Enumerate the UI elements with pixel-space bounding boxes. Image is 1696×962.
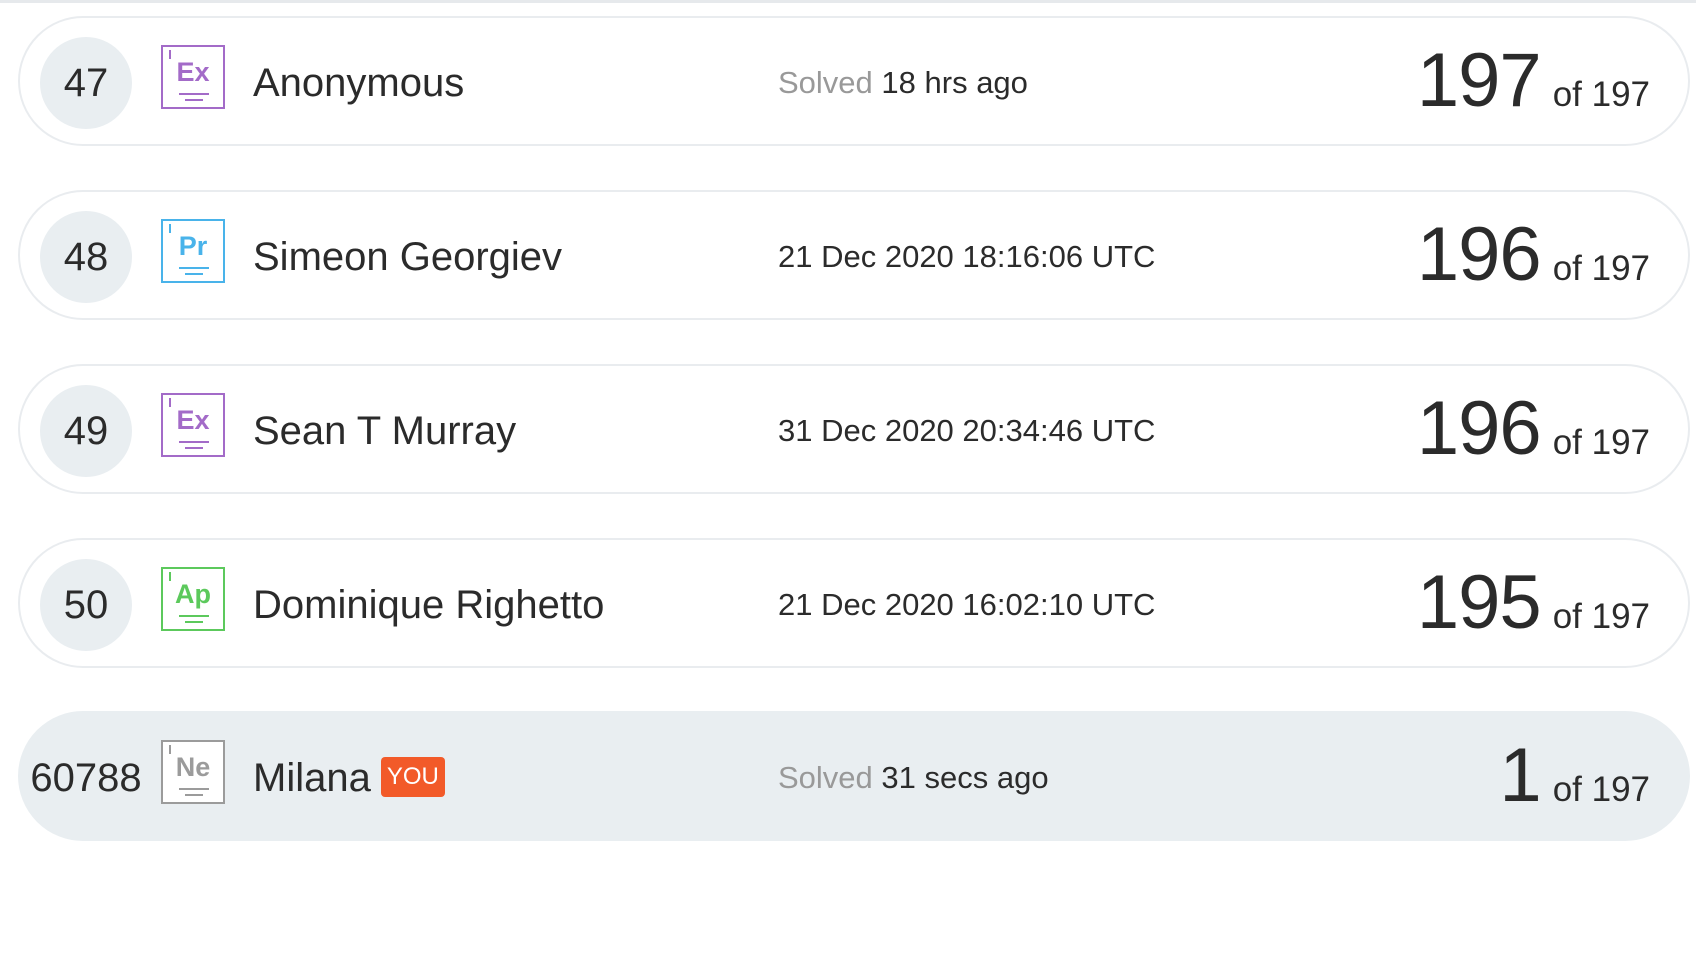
score: 197 of 197	[1417, 36, 1650, 126]
element-symbol: Ex	[176, 405, 210, 435]
score-total: of 197	[1552, 597, 1650, 636]
score-value: 1	[1499, 733, 1541, 818]
leaderboard: 47 Ex Anonymous Solved 18 hrs ago 197 of …	[0, 0, 1696, 962]
element-pr-icon: Pr	[161, 219, 225, 283]
solved-time: 21 Dec 2020 16:02:10 UTC	[778, 587, 1156, 622]
score-total: of 197	[1552, 249, 1650, 288]
leaderboard-row[interactable]: 50 Ap Dominique Righetto 21 Dec 2020 16:…	[18, 538, 1690, 668]
element-symbol: Pr	[178, 231, 208, 261]
element-symbol: Ap	[175, 579, 211, 609]
element-ne-icon: Ne	[161, 740, 225, 804]
you-badge: YOU	[380, 757, 445, 798]
score: 1 of 197	[1499, 731, 1650, 821]
leaderboard-row[interactable]: 49 Ex Sean T Murray 31 Dec 2020 20:34:46…	[18, 364, 1690, 494]
player-name[interactable]: Dominique Righetto	[253, 580, 604, 630]
score-total: of 197	[1552, 423, 1650, 462]
element-symbol: Ne	[175, 752, 211, 782]
player-name[interactable]: Anonymous	[253, 58, 464, 108]
score: 196 of 197	[1417, 384, 1650, 474]
rank-number: 48	[40, 211, 132, 303]
leaderboard-row-current-user[interactable]: 60788 Ne Milana YOU Solved 31 secs ago 1o…	[18, 711, 1690, 841]
leaderboard-row[interactable]: 48 Pr Simeon Georgiev 21 Dec 2020 18:16:…	[18, 190, 1690, 320]
score-total: of 197	[1552, 770, 1650, 809]
score: 196 of 197	[1417, 210, 1650, 300]
score: 195 of 197	[1417, 558, 1650, 648]
player-name[interactable]: Simeon Georgiev	[253, 232, 562, 282]
score-value: 196	[1416, 386, 1542, 471]
score-value: 195	[1416, 560, 1542, 645]
element-ex-icon: Ex	[161, 45, 225, 109]
solved-time: 31 Dec 2020 20:34:46 UTC	[778, 413, 1156, 448]
rank-number: 49	[40, 385, 132, 477]
player-name[interactable]: Milana YOU	[253, 753, 445, 803]
element-ex-icon: Ex	[161, 393, 225, 457]
solved-time: 21 Dec 2020 18:16:06 UTC	[778, 239, 1156, 274]
solved-time: Solved 31 secs ago	[778, 760, 1049, 795]
score-value: 196	[1416, 212, 1542, 297]
leaderboard-row[interactable]: 47 Ex Anonymous Solved 18 hrs ago 197 of …	[18, 16, 1690, 146]
element-symbol: Ex	[176, 57, 210, 87]
player-name[interactable]: Sean T Murray	[253, 406, 516, 456]
rank-number: 50	[40, 559, 132, 651]
element-ap-icon: Ap	[161, 567, 225, 631]
rank-number: 60788	[30, 755, 142, 800]
score-value: 197	[1416, 38, 1542, 123]
score-total: of 197	[1552, 75, 1650, 114]
rank-number: 47	[40, 37, 132, 129]
solved-time: Solved 18 hrs ago	[778, 65, 1028, 100]
